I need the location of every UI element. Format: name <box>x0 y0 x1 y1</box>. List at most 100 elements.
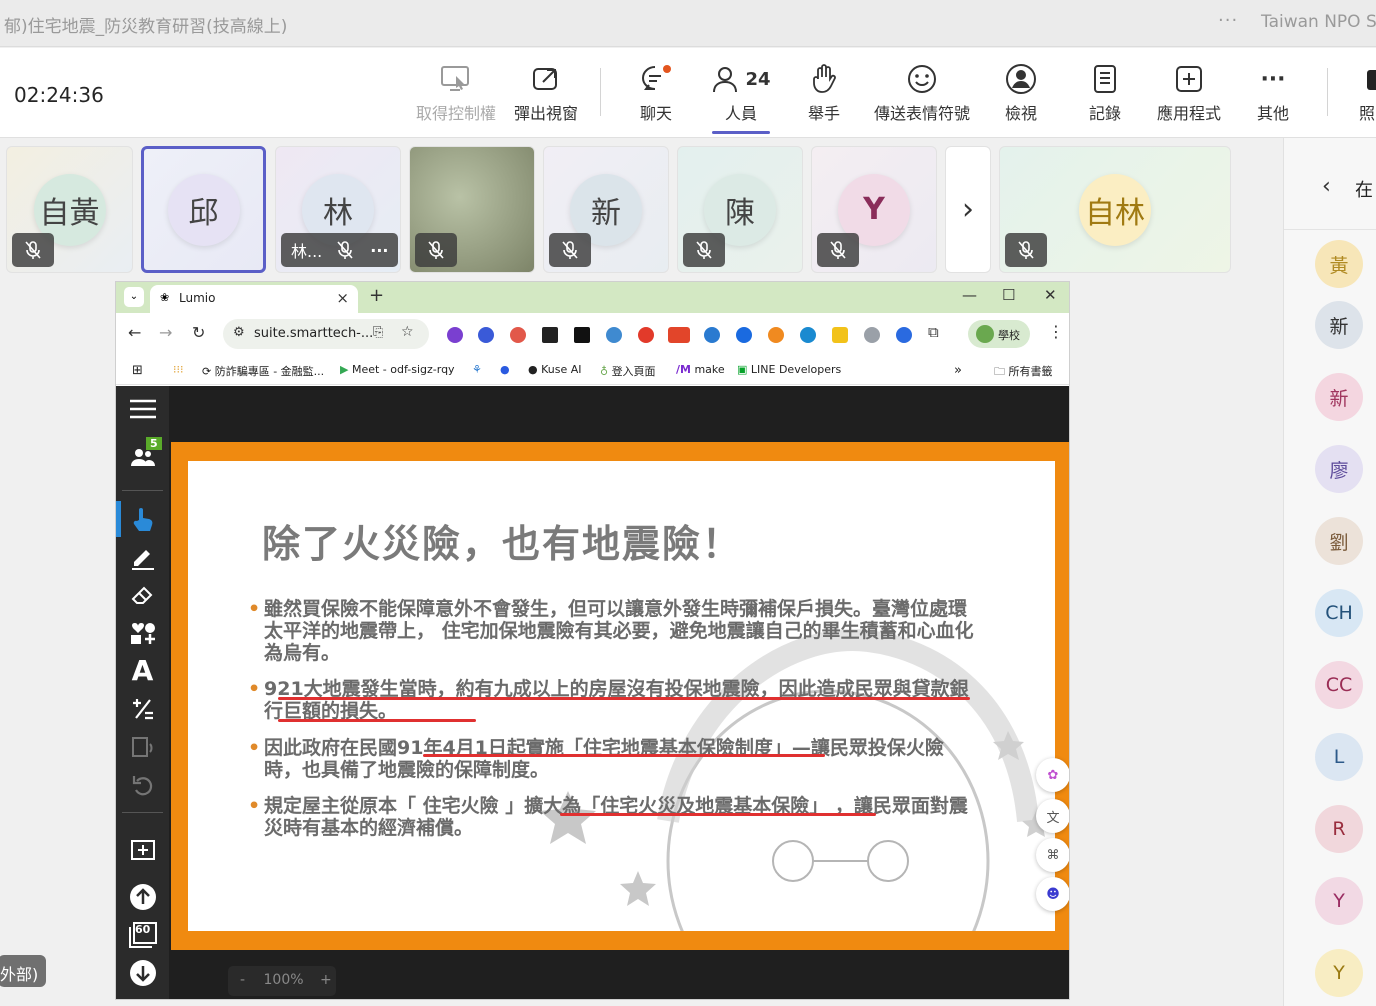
participant-tile-video[interactable] <box>409 146 535 273</box>
extension-icon[interactable] <box>800 327 816 343</box>
shortcuts-button[interactable]: ⌘ <box>1036 838 1069 872</box>
roster-avatar[interactable]: R <box>1315 805 1363 853</box>
extension-icon[interactable] <box>736 327 752 343</box>
extension-icon[interactable] <box>606 327 622 343</box>
extension-icon[interactable] <box>638 327 654 343</box>
participant-tile[interactable]: 新 <box>543 146 669 273</box>
notes-button[interactable]: 記錄 <box>1084 62 1126 132</box>
close-window-button[interactable]: ✕ <box>1044 286 1057 304</box>
participants-button[interactable]: 5 <box>126 437 162 473</box>
undo-button[interactable] <box>126 768 159 801</box>
pages-button[interactable]: 60 <box>126 918 159 951</box>
extension-icon[interactable] <box>704 327 720 343</box>
apps-grid-icon[interactable]: ⊞ <box>132 363 143 378</box>
extension-icon[interactable] <box>478 327 494 343</box>
site-info-icon[interactable]: ⚙ <box>233 325 245 340</box>
slide-canvas[interactable]: 除了火災險，也有地震險！ 雖然買保險不能保障意外不會發生，但可以讓意外發生時彌補… <box>188 461 1055 931</box>
participant-tile[interactable]: 陳 <box>677 146 803 273</box>
raise-hand-button[interactable]: 舉手 <box>800 62 848 132</box>
people-button[interactable]: 24 人員 <box>708 62 774 134</box>
new-tab-button[interactable]: + <box>369 285 384 306</box>
profile-button[interactable]: 學校 <box>968 320 1030 348</box>
extension-icon[interactable] <box>768 327 784 343</box>
google-apps-icon[interactable]: ⁝⁝⁝ <box>173 363 184 376</box>
participant-tile-speaking[interactable]: 邱 <box>141 146 266 273</box>
maximize-button[interactable]: ☐ <box>1002 286 1015 304</box>
roster-avatar[interactable]: 新 <box>1315 301 1363 349</box>
chat-button[interactable]: 聊天 <box>630 62 682 132</box>
bookmark-item[interactable]: ♁ 登入頁面 <box>600 363 656 379</box>
extension-icon[interactable] <box>896 327 912 343</box>
translate-button[interactable]: 文 <box>1036 799 1069 833</box>
reload-icon[interactable]: ↻ <box>192 323 205 342</box>
roster-avatar[interactable]: 廖 <box>1315 445 1363 493</box>
extensions-puzzle-icon[interactable]: ⧉ <box>928 323 939 341</box>
bookmark-star-icon[interactable]: ☆ <box>401 324 414 340</box>
address-bar[interactable]: ⚙ suite.smarttech-... ⎘ ☆ <box>223 319 429 349</box>
eraser-tool[interactable] <box>126 578 159 611</box>
bookmark-item[interactable]: /M make <box>676 363 725 376</box>
new-badge-extension-icon[interactable] <box>668 327 690 343</box>
add-page-button[interactable] <box>126 833 159 866</box>
extension-icon[interactable] <box>510 327 526 343</box>
previous-page-button[interactable] <box>126 880 159 913</box>
roster-avatar[interactable]: CH <box>1315 589 1363 637</box>
zoom-out-button[interactable]: - <box>240 972 245 988</box>
roster-avatar[interactable]: 黃 <box>1315 240 1363 288</box>
extension-icon[interactable] <box>832 327 848 343</box>
tiles-next-button[interactable]: › <box>945 146 991 273</box>
install-app-icon[interactable]: ⎘ <box>373 325 383 340</box>
more-button[interactable]: ··· 其他 <box>1252 62 1294 132</box>
all-bookmarks-folder[interactable]: 🗀 所有書籤 <box>994 363 1053 382</box>
assistant-button[interactable]: ☻ <box>1036 877 1069 911</box>
popout-button[interactable]: 彈出視窗 <box>510 62 582 132</box>
extension-icon[interactable] <box>864 327 880 343</box>
participant-tile[interactable]: 自黃 <box>6 146 133 273</box>
mic-muted-icon <box>1005 233 1047 267</box>
roster-avatar[interactable]: CC <box>1315 661 1363 709</box>
roster-avatar[interactable]: 劉 <box>1315 517 1363 565</box>
bookmark-item[interactable]: ● Kuse AI <box>528 363 582 376</box>
text-tool[interactable]: A <box>126 654 159 687</box>
pen-tool[interactable] <box>126 540 159 573</box>
math-tool[interactable] <box>126 692 159 725</box>
qr-code-icon[interactable] <box>542 327 558 343</box>
select-pointer-tool[interactable] <box>126 502 159 535</box>
forward-arrow-icon[interactable]: → <box>159 323 172 342</box>
participant-tile[interactable]: Y <box>811 146 937 273</box>
bookmark-item[interactable]: ⟳ 防詐騙專區 - 金融監... <box>202 363 324 379</box>
back-arrow-icon[interactable]: ← <box>128 323 141 342</box>
roster-avatar[interactable]: L <box>1315 733 1363 781</box>
bookmark-item[interactable]: ▶ Meet - odf-sigz-rqy <box>340 363 455 376</box>
roster-avatar[interactable]: Y <box>1315 877 1363 925</box>
participant-tile[interactable]: 自林 <box>999 146 1231 273</box>
send-reaction-button[interactable]: 傳送表情符號 <box>872 62 972 132</box>
apps-button[interactable]: 應用程式 <box>1154 62 1224 132</box>
close-tab-icon[interactable]: × <box>336 289 349 307</box>
more-bookmarks-button[interactable]: » <box>954 363 962 378</box>
hamburger-menu-icon[interactable] <box>126 392 159 425</box>
titlebar-more-button[interactable]: ··· <box>1218 10 1238 31</box>
tab-search-button[interactable]: ⌄ <box>124 287 144 307</box>
shapes-tool[interactable] <box>126 616 159 649</box>
ai-brain-button[interactable]: ✿ <box>1036 758 1069 792</box>
roster-avatar[interactable]: 新 <box>1315 373 1363 421</box>
bookmark-icon[interactable]: ● <box>500 363 510 376</box>
next-page-button[interactable] <box>126 956 159 989</box>
bookmark-icon[interactable]: ⚘ <box>472 363 482 376</box>
extension-icon[interactable] <box>574 327 590 343</box>
browser-tab-lumio[interactable]: ❀ Lumio × <box>150 285 358 313</box>
audio-tool[interactable] <box>126 730 159 763</box>
camera-button[interactable]: 照 <box>1352 62 1376 132</box>
take-control-button[interactable]: 取得控制權 <box>414 62 498 132</box>
back-chevron-icon[interactable]: ‹ <box>1322 174 1331 199</box>
participant-tile[interactable]: 林 林... ··· <box>275 146 401 273</box>
bookmark-item[interactable]: ▣ LINE Developers <box>737 363 841 376</box>
view-button[interactable]: 檢視 <box>1000 62 1042 132</box>
zoom-in-button[interactable]: + <box>320 972 332 988</box>
participant-more-icon[interactable]: ··· <box>370 241 388 260</box>
minimize-button[interactable]: — <box>962 286 977 304</box>
browser-menu-icon[interactable]: ⋮ <box>1048 322 1064 341</box>
extension-icon[interactable] <box>447 327 463 343</box>
roster-avatar[interactable]: Y <box>1315 949 1363 997</box>
